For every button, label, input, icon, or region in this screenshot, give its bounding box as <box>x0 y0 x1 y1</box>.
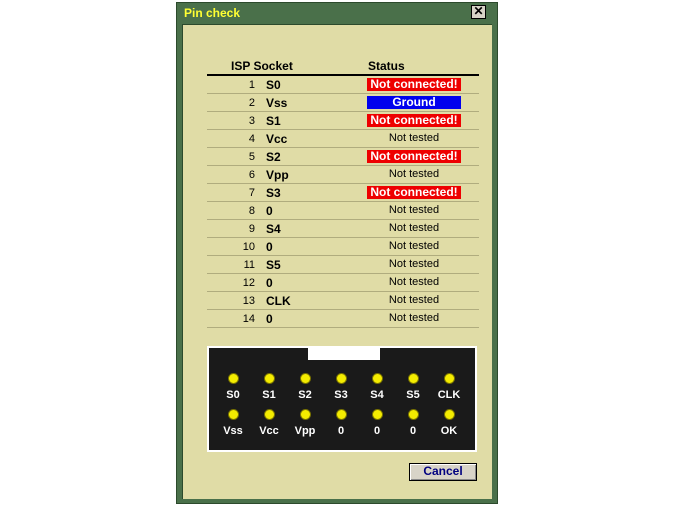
led-indicator <box>336 409 347 420</box>
table-row: 9 S4 Not tested <box>207 220 479 238</box>
pin-number: 8 <box>248 205 255 217</box>
isp-connector-diagram: S0 S1 S2 S3 S4 S5 CLK Vss Vcc Vpp 0 0 0 OK <box>207 346 477 452</box>
pin-name: S0 <box>266 78 281 92</box>
led-indicator <box>408 373 419 384</box>
pin-name: CLK <box>266 294 291 308</box>
table-row: 8 0 Not tested <box>207 202 479 220</box>
table-row: 1 S0 Not connected! <box>207 76 479 94</box>
pin-name: Vpp <box>266 168 289 182</box>
connector-notch <box>308 346 380 360</box>
table-row: 12 0 Not tested <box>207 274 479 292</box>
pin-status: Not tested <box>388 132 440 144</box>
pin-name: S2 <box>266 150 281 164</box>
connector-pin-label: Vcc <box>259 425 279 437</box>
led-indicator <box>300 373 311 384</box>
pin-number: 7 <box>248 187 255 199</box>
window-title: Pin check <box>184 6 241 20</box>
pin-status: Not tested <box>388 258 440 270</box>
pin-number: 2 <box>248 97 255 109</box>
header-status: Status <box>368 59 405 73</box>
pin-status: Not tested <box>388 312 440 324</box>
pin-number: 14 <box>242 313 255 325</box>
close-button[interactable]: ✕ <box>471 5 486 19</box>
pin-name: 0 <box>266 240 273 254</box>
connector-pin-label: 0 <box>373 425 381 437</box>
dialog-client-area: ISP Socket Status 1 S0 Not connected! 2 Vss G… <box>182 24 492 499</box>
table-row: 2 Vss Ground <box>207 94 479 112</box>
connector-pin-label: OK <box>440 425 458 437</box>
pin-check-window: Pin check ✕ ISP Socket Status 1 S0 Not con… <box>176 2 498 504</box>
pin-name: S4 <box>266 222 281 236</box>
header-isp-socket: ISP Socket <box>231 59 293 73</box>
led-indicator <box>336 373 347 384</box>
pin-name: S1 <box>266 114 281 128</box>
title-bar[interactable]: Pin check ✕ <box>177 3 497 23</box>
led-indicator <box>228 373 239 384</box>
pin-name: Vcc <box>266 132 288 146</box>
led-indicator <box>372 409 383 420</box>
pin-table: 1 S0 Not connected! 2 Vss Ground 3 S1 Not connec… <box>207 76 479 328</box>
led-indicator <box>444 409 455 420</box>
table-row: 14 0 Not tested <box>207 310 479 328</box>
pin-number: 12 <box>242 277 255 289</box>
table-row: 10 0 Not tested <box>207 238 479 256</box>
pin-number: 6 <box>248 169 255 181</box>
pin-status: Not tested <box>388 294 440 306</box>
led-indicator <box>264 409 275 420</box>
connector-pin-label: Vss <box>223 425 243 437</box>
connector-pin-label: S4 <box>370 389 384 401</box>
pin-name: 0 <box>266 276 273 290</box>
led-indicator <box>300 409 311 420</box>
pin-status: Not tested <box>388 204 440 216</box>
pin-status: Not tested <box>388 222 440 234</box>
table-row: 6 Vpp Not tested <box>207 166 479 184</box>
led-indicator <box>444 373 455 384</box>
connector-pin-label: 0 <box>409 425 417 437</box>
pin-status: Not connected! <box>367 150 461 163</box>
pin-number: 1 <box>248 79 255 91</box>
connector-pin-label: 0 <box>337 425 345 437</box>
pin-number: 9 <box>248 223 255 235</box>
led-indicator <box>408 409 419 420</box>
pin-status: Not tested <box>388 240 440 252</box>
table-row: 5 S2 Not connected! <box>207 148 479 166</box>
table-row: 13 CLK Not tested <box>207 292 479 310</box>
connector-pin-label: S1 <box>262 389 276 401</box>
pin-status: Not connected! <box>367 114 461 127</box>
pin-name: Vss <box>266 96 288 110</box>
connector-pin-label: S0 <box>226 389 240 401</box>
pin-name: 0 <box>266 312 273 326</box>
table-row: 7 S3 Not connected! <box>207 184 479 202</box>
cancel-button[interactable]: Cancel <box>409 463 477 481</box>
pin-number: 4 <box>248 133 255 145</box>
table-row: 4 Vcc Not tested <box>207 130 479 148</box>
pin-name: 0 <box>266 204 273 218</box>
table-row: 11 S5 Not tested <box>207 256 479 274</box>
pin-number: 5 <box>248 151 255 163</box>
pin-number: 3 <box>248 115 255 127</box>
connector-pin-label: S2 <box>298 389 312 401</box>
connector-pin-label: S5 <box>406 389 420 401</box>
connector-pin-label: S3 <box>334 389 348 401</box>
led-indicator <box>264 373 275 384</box>
led-indicator <box>372 373 383 384</box>
pin-status: Not tested <box>388 168 440 180</box>
led-indicator <box>228 409 239 420</box>
pin-status: Not connected! <box>367 78 461 91</box>
pin-status: Not connected! <box>367 186 461 199</box>
close-icon: ✕ <box>473 4 484 18</box>
pin-name: S3 <box>266 186 281 200</box>
table-row: 3 S1 Not connected! <box>207 112 479 130</box>
pin-name: S5 <box>266 258 281 272</box>
pin-status: Ground <box>367 96 461 109</box>
pin-number: 10 <box>242 241 255 253</box>
connector-pin-label: CLK <box>437 389 461 401</box>
connector-pin-label: Vpp <box>294 425 316 437</box>
pin-number: 11 <box>243 259 255 271</box>
pin-number: 13 <box>242 295 255 307</box>
pin-status: Not tested <box>388 276 440 288</box>
